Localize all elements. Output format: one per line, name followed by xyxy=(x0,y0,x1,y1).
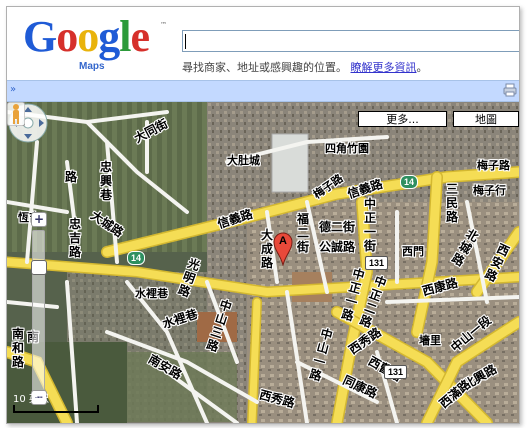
zoom-in-button[interactable]: + xyxy=(31,212,47,227)
label-sijiao: 四角竹園 xyxy=(325,142,369,155)
route-shield-131-a: 131 xyxy=(365,256,389,270)
label-zhongzheng1: 中正一街 xyxy=(364,197,377,253)
trademark: ™ xyxy=(160,21,167,29)
scale-value: 10 xyxy=(13,394,26,405)
scale-bar xyxy=(13,405,99,413)
label-zhongxing: 忠興巷 xyxy=(100,160,113,202)
maps-sub-label: Maps xyxy=(79,61,105,72)
label-shuili: 水裡巷 xyxy=(135,287,168,300)
more-button[interactable]: 更多... xyxy=(358,111,447,127)
scale-legend: 10 英呎 xyxy=(13,390,49,405)
map-canvas[interactable]: 大同街 大肚城 四角竹園 梅子路 梅子行 信義路 信義路 梅子路 三民路 大城路… xyxy=(7,102,519,423)
label-sanmin: 三民路 xyxy=(446,182,459,224)
zoom-slider-handle[interactable] xyxy=(31,260,47,275)
text-caret xyxy=(185,34,186,49)
label-gongcheng: 公誠路 xyxy=(319,240,356,254)
search-hint: 尋找商家、地址或感興趣的位置。 瞭解更多資訊。 xyxy=(182,59,428,75)
label-dejie: 德二街 xyxy=(319,220,356,234)
street-view-pegman-icon[interactable] xyxy=(7,102,25,126)
marker-letter: A xyxy=(279,235,287,247)
label-zhongji: 忠吉路 xyxy=(69,217,82,259)
route-shield-14-east: 14 xyxy=(400,175,419,189)
label-fu: 福二街 xyxy=(297,212,310,254)
search-hint-text: 尋找商家、地址或感興趣的位置。 xyxy=(182,61,347,74)
maps-window: Google Maps ™ 尋找商家、地址或感興趣的位置。 瞭解更多資訊。 » xyxy=(6,6,520,424)
scale-unit: 英呎 xyxy=(28,394,49,405)
google-maps-logo[interactable]: Google Maps ™ xyxy=(23,15,173,79)
route-shield-14-west: 14 xyxy=(127,251,146,265)
google-wordmark: Google xyxy=(23,12,150,61)
learn-more-link[interactable]: 瞭解更多資訊 xyxy=(351,61,417,74)
label-dadu: 大肚城 xyxy=(227,154,260,167)
toolbar: » xyxy=(7,80,519,102)
label-meizi-road: 梅子路 xyxy=(477,159,510,172)
label-meizi-hang: 梅子行 xyxy=(473,184,506,197)
search-hint-end: 。 xyxy=(416,61,428,74)
label-ximen: 西門 xyxy=(402,245,424,258)
route-shield-131-b: 131 xyxy=(384,365,408,379)
label-qiangli: 墻里 xyxy=(419,334,441,347)
zoom-slider-track[interactable] xyxy=(32,230,45,398)
double-chevron-right-icon[interactable]: » xyxy=(10,84,16,95)
printer-icon[interactable] xyxy=(503,83,517,97)
map-type-button[interactable]: 地圖 xyxy=(453,111,519,127)
label-nanhe: 南和路 xyxy=(12,327,25,369)
search-input[interactable] xyxy=(182,30,519,52)
label-zhongji-2: 路 xyxy=(65,170,78,184)
